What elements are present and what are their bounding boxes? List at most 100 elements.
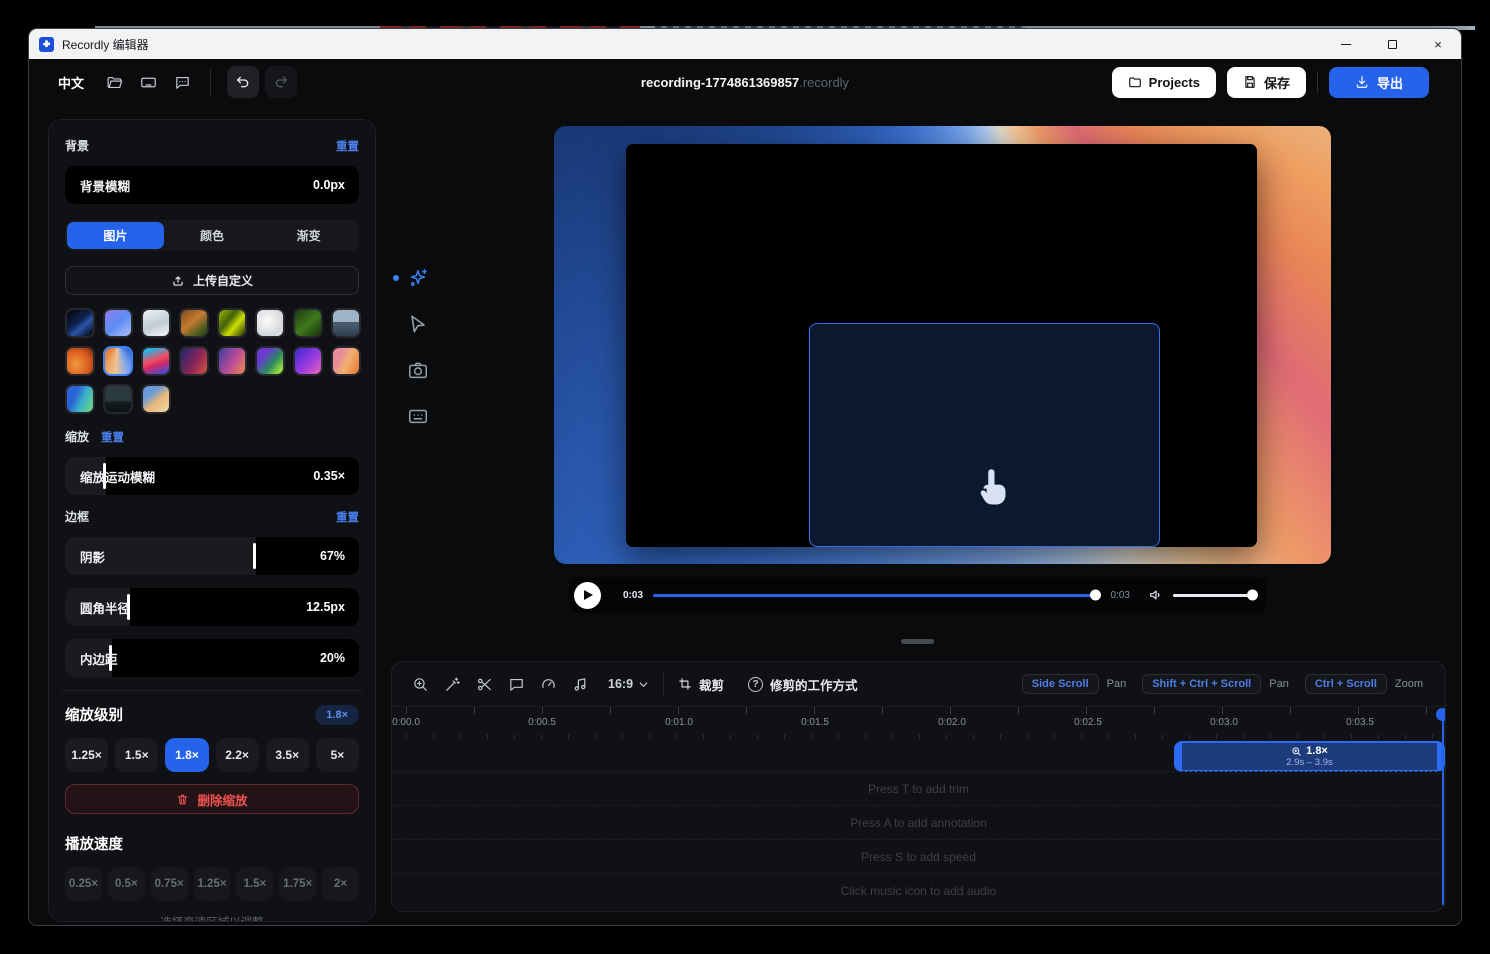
panel-resize-handle[interactable] [901,639,934,644]
shadow-slider[interactable]: 阴影 67% [65,537,359,575]
background-thumbnail[interactable] [255,308,285,338]
speed-hint: 选择变速区域以调整 [65,914,359,922]
background-thumbnail[interactable] [141,308,171,338]
document-title: recording-1774861369857.recordly [641,75,849,90]
border-section-header: 边框 重置 [65,508,359,525]
minimize-button[interactable] [1323,29,1369,59]
timeline-ruler[interactable]: 0:00.0 0:00.5 0:01.0 0:01.5 0:02.0 0:02.… [392,707,1445,739]
background-thumbnail[interactable] [179,346,209,376]
tab-image[interactable]: 图片 [67,222,164,249]
zoom-level-button[interactable]: 1.25× [65,738,108,772]
keyboard-icon[interactable] [140,74,157,91]
zoom-level-badge: 1.8× [315,705,359,725]
export-button[interactable]: 导出 [1329,67,1429,98]
volume-knob[interactable] [1247,590,1258,601]
ruler-label: 0:00.5 [528,717,556,728]
background-thumbnail[interactable] [179,308,209,338]
keyboard-overlay-button[interactable] [407,405,429,427]
zoom-level-button-active[interactable]: 1.8× [165,738,208,772]
background-thumbnail[interactable] [103,384,133,414]
speed-button[interactable]: 0.75× [151,867,188,901]
playhead-marker[interactable] [1436,708,1446,721]
tab-color[interactable]: 颜色 [164,222,261,249]
zoom-level-button[interactable]: 1.5× [115,738,158,772]
background-blur-slider[interactable]: 背景模糊 0.0px [65,166,359,204]
background-thumbnail[interactable] [65,308,95,338]
shadow-label: 阴影 [65,547,105,566]
seek-bar[interactable] [653,594,1101,597]
background-thumbnail[interactable] [217,346,247,376]
tab-gradient[interactable]: 渐变 [260,222,357,249]
speed-button[interactable]: 2× [322,867,359,901]
ruler-label: 0:01.0 [665,717,693,728]
zoom-region-overlay[interactable] [809,323,1160,547]
padding-slider[interactable]: 内边距 20% [65,639,359,677]
speed-button[interactable]: 1.75× [279,867,316,901]
zoom-motion-blur-slider[interactable]: 缩放运动模糊 0.35× [65,457,359,495]
language-switch[interactable]: 中文 [58,73,84,92]
border-section-title: 边框 [65,508,89,525]
zoom-in-tool-button[interactable] [412,676,429,693]
timeline-tracks: 1.8× 2.9s – 3.9s Press T to add trim Pre… [392,739,1445,911]
background-thumbnail[interactable] [103,308,133,338]
background-thumbnail[interactable] [217,308,247,338]
sparkles-icon [407,267,429,289]
background-thumbnail[interactable] [293,346,323,376]
speed-button[interactable]: 0.5× [108,867,145,901]
background-thumbnail[interactable] [141,346,171,376]
projects-button[interactable]: Projects [1112,67,1216,98]
background-section-title: 背景 [65,137,89,154]
background-thumbnail[interactable] [331,308,361,338]
background-thumbnail-selected[interactable] [103,346,133,376]
border-reset-link[interactable]: 重置 [336,509,359,525]
background-thumbnail[interactable] [65,384,95,414]
zoom-clip-block[interactable]: 1.8× 2.9s – 3.9s [1174,741,1445,772]
speaker-icon[interactable] [1148,587,1164,603]
background-thumbnail[interactable] [255,346,285,376]
undo-button[interactable] [227,66,259,98]
shortcut-keys: Shift + Ctrl + Scroll [1142,674,1261,694]
toolbar-divider [210,69,211,95]
speed-header: 播放速度 [65,833,359,854]
playhead-line[interactable] [1442,712,1444,905]
crop-label: 裁剪 [699,675,724,694]
scissors-button[interactable] [476,676,493,693]
upload-custom-button[interactable]: 上传自定义 [65,266,359,295]
zoom-level-button[interactable]: 3.5× [266,738,309,772]
save-button[interactable]: 保存 [1227,67,1306,98]
crop-button[interactable]: 裁剪 [678,675,724,694]
background-thumbnail[interactable] [65,346,95,376]
auto-zoom-effects-button[interactable] [407,267,429,289]
audio-track: Click music icon to add audio [392,873,1445,907]
open-folder-icon[interactable] [106,74,123,91]
feedback-chat-icon[interactable] [174,74,191,91]
delete-zoom-button[interactable]: 删除缩放 [65,784,359,814]
background-thumbnail[interactable] [141,384,171,414]
volume-slider[interactable] [1173,594,1255,597]
background-thumbnail[interactable] [293,308,323,338]
camera-tool-button[interactable] [407,359,429,381]
close-button[interactable]: × [1415,29,1461,59]
maximize-button[interactable] [1369,29,1415,59]
music-button[interactable] [572,676,589,693]
background-reset-link[interactable]: 重置 [336,138,359,154]
annotation-button[interactable] [508,676,525,693]
aspect-ratio-dropdown[interactable]: 16:9 [608,677,649,691]
speed-button[interactable]: 1.5× [236,867,273,901]
speed-button[interactable]: 1.25× [194,867,231,901]
corner-radius-slider[interactable]: 圆角半径 12.5px [65,588,359,626]
zoom-reset-link[interactable]: 重置 [101,429,124,445]
speed-button[interactable]: 0.25× [65,867,102,901]
redo-button[interactable] [265,66,297,98]
trim-help-button[interactable]: ? 修剪的工作方式 [748,675,858,694]
zoom-level-button[interactable]: 5× [316,738,359,772]
cursor-tool-button[interactable] [407,313,429,335]
play-button[interactable] [574,582,601,609]
seek-knob[interactable] [1090,590,1101,601]
magic-wand-button[interactable] [444,676,461,693]
zoom-level-button[interactable]: 2.2× [216,738,259,772]
background-thumbnail[interactable] [331,346,361,376]
speed-gauge-button[interactable] [540,676,557,693]
slider-handle[interactable] [253,543,256,569]
corner-radius-label: 圆角半径 [65,598,130,617]
